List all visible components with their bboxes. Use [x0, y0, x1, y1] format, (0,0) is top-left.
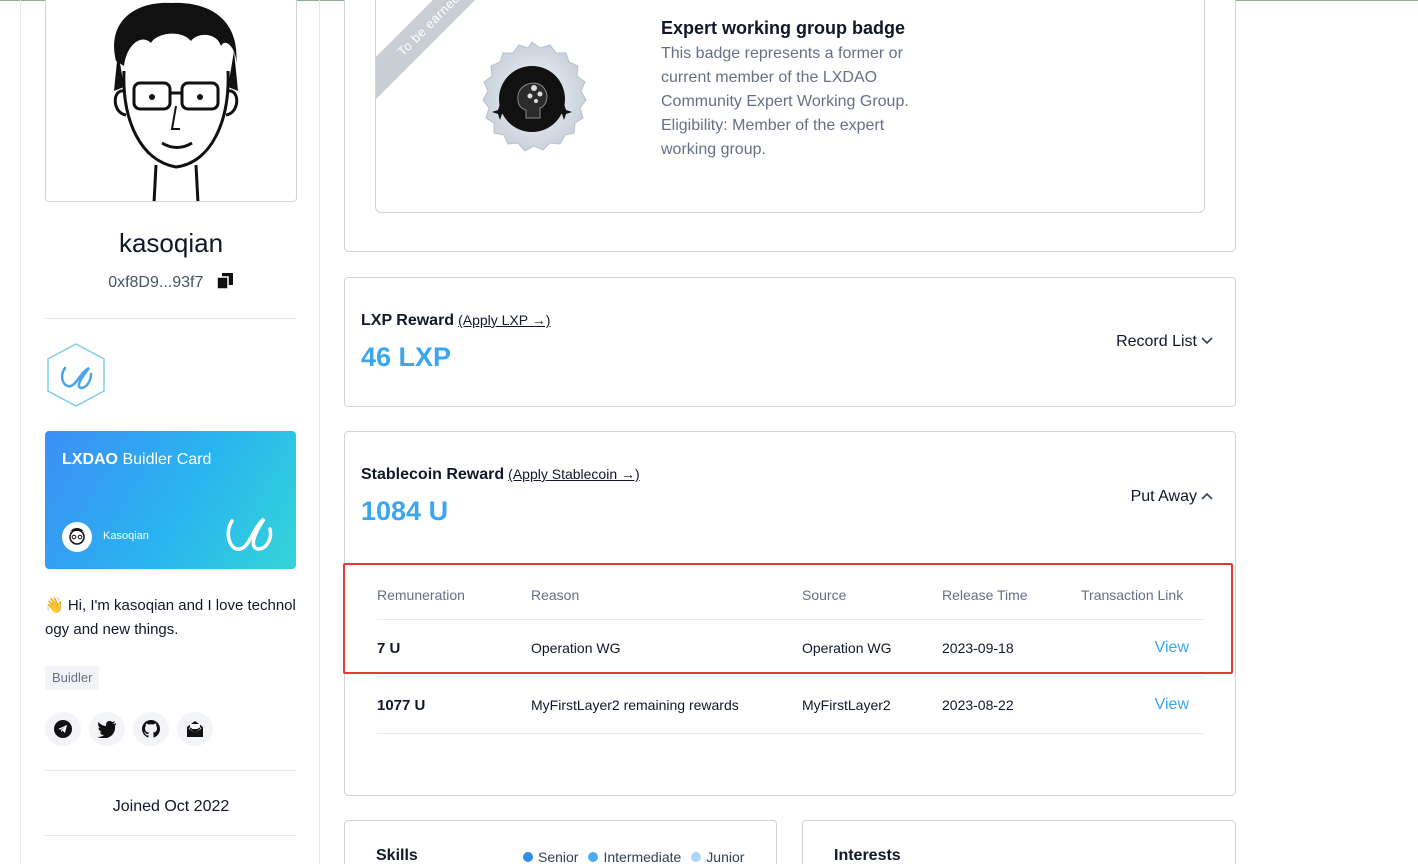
expert-badge-icon — [470, 40, 594, 169]
telegram-icon[interactable] — [45, 712, 81, 746]
badges-section: To be earned Expert working group badge … — [344, 0, 1236, 252]
stablecoin-reward-card: Stablecoin Reward (Apply Stablecoin →) 10… — [344, 431, 1236, 796]
profile-sidebar: kasoqian 0xf8D9...93f7 LXDAO Buidler Car… — [20, 0, 320, 864]
stablecoin-reward-label: Stablecoin Reward (Apply Stablecoin →) — [361, 466, 640, 483]
row-reason: MyFirstLayer2 remaining rewards — [531, 697, 739, 713]
view-transaction-link[interactable]: View — [1155, 620, 1189, 676]
badge-description: This badge represents a former or curren… — [661, 42, 931, 162]
wallet-address: 0xf8D9...93f7 — [108, 274, 204, 291]
buidler-card-name: Kasoqian — [103, 530, 149, 542]
skills-card: Skills Senior Intermediate Junior — [344, 820, 777, 864]
legend-junior: Junior — [691, 849, 744, 864]
interests-card: Interests — [802, 820, 1236, 864]
skills-title: Skills — [376, 847, 418, 864]
table-header: Remuneration Reason Source Release Time … — [377, 574, 1203, 620]
wallet-address-row: 0xf8D9...93f7 — [21, 272, 321, 295]
buidler-card-title: LXDAO Buidler Card — [62, 451, 212, 468]
junior-dot-icon — [691, 852, 702, 862]
row-reason: Operation WG — [531, 640, 621, 656]
buidler-card[interactable]: LXDAO Buidler Card Kasoqian — [45, 431, 296, 569]
github-icon[interactable] — [133, 712, 169, 746]
skills-legend: Senior Intermediate Junior — [523, 849, 744, 864]
legend-intermediate: Intermediate — [588, 849, 681, 864]
email-icon[interactable] — [177, 712, 213, 746]
row-release-time: 2023-09-18 — [942, 640, 1014, 656]
lxdao-card-logo-icon — [224, 511, 274, 560]
lxdao-logo-icon — [45, 342, 107, 408]
lxp-reward-label: LXP Reward (Apply LXP →) — [361, 312, 551, 329]
row-release-time: 2023-08-22 — [942, 697, 1014, 713]
row-amount: 7 U — [377, 639, 401, 657]
chevron-up-icon — [1201, 492, 1213, 500]
badge-eligibility: Eligibility: Member of the expert workin… — [661, 117, 885, 158]
stablecoin-amount: 1084 U — [361, 496, 449, 526]
copy-icon[interactable] — [216, 272, 234, 295]
divider — [45, 835, 297, 836]
apply-lxp-link[interactable]: (Apply LXP →) — [458, 312, 550, 328]
view-transaction-link[interactable]: View — [1155, 677, 1189, 733]
lxp-amount: 46 LXP — [361, 342, 452, 372]
apply-stablecoin-link[interactable]: (Apply Stablecoin →) — [508, 466, 640, 482]
role-tag: Buidler — [45, 666, 100, 690]
bio: 👋 Hi, I'm kasoqian and I love technology… — [45, 597, 296, 638]
intermediate-dot-icon — [588, 852, 599, 862]
badge-description-text: This badge represents a former or curren… — [661, 45, 909, 110]
record-list-toggle[interactable]: Record List — [1116, 333, 1213, 351]
row-source: Operation WG — [802, 640, 892, 656]
column-header-remuneration: Remuneration — [377, 587, 465, 603]
divider — [45, 318, 297, 319]
put-away-toggle[interactable]: Put Away — [1131, 488, 1213, 506]
column-header-reason: Reason — [531, 587, 580, 603]
chevron-down-icon — [1201, 337, 1213, 345]
stablecoin-records-table: Remuneration Reason Source Release Time … — [377, 574, 1203, 734]
badge-title: Expert working group badge — [661, 18, 906, 38]
table-row: 1077 U MyFirstLayer2 remaining rewards M… — [377, 677, 1203, 734]
row-source: MyFirstLayer2 — [802, 697, 891, 713]
column-header-source: Source — [802, 587, 847, 603]
buidler-card-avatar — [62, 522, 92, 552]
avatar — [45, 0, 297, 202]
row-amount: 1077 U — [377, 696, 426, 714]
twitter-icon[interactable] — [89, 712, 125, 746]
interests-title: Interests — [834, 847, 901, 864]
social-links — [45, 712, 213, 746]
table-row: 7 U Operation WG Operation WG 2023-09-18… — [377, 620, 1203, 677]
legend-senior: Senior — [523, 849, 578, 864]
divider — [45, 770, 297, 771]
column-header-release-time: Release Time — [942, 587, 1028, 603]
column-header-transaction-link: Transaction Link — [1081, 587, 1184, 603]
username: kasoqian — [118, 228, 224, 258]
badge-card: To be earned Expert working group badge … — [375, 0, 1205, 213]
senior-dot-icon — [523, 852, 533, 862]
joined-date: Joined Oct 2022 — [112, 798, 230, 815]
lxp-reward-card: LXP Reward (Apply LXP →) 46 LXP Record Li… — [344, 277, 1236, 407]
